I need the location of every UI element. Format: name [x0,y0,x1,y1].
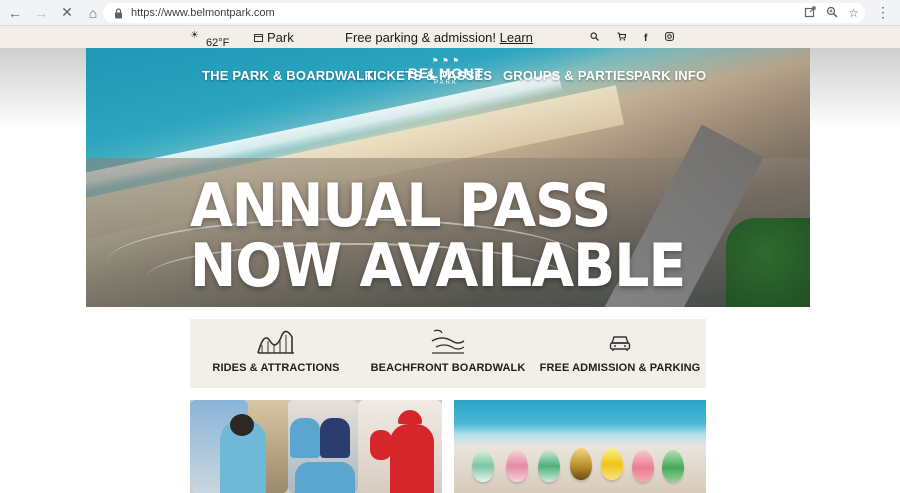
roller-coaster-icon [256,327,296,355]
instagram-icon[interactable] [665,32,675,44]
facebook-icon[interactable]: f [644,33,647,44]
car-icon [608,327,632,355]
learn-link[interactable]: Learn [500,30,533,45]
egg-icon [662,450,684,482]
back-arrow-icon[interactable]: ← [4,2,26,24]
nav-park-boardwalk[interactable]: THE PARK & BOARDWALK [202,68,374,83]
feature-parking[interactable]: FREE ADMISSION & PARKING [534,319,706,388]
belmont-park-logo[interactable]: ⚑ ⚑ ⚑ BELMONT PARK [406,58,486,87]
beach-wave-icon [430,327,466,355]
feature-boardwalk[interactable]: BEACHFRONT BOARDWALK [362,319,534,388]
utility-bar: ☀ 62°F Park Free parking & admission! Le… [0,26,900,49]
egg-icon [570,448,592,480]
lock-icon [113,7,123,19]
search-icon[interactable] [590,32,599,44]
egg-icon [538,450,560,482]
egg-icon [506,450,528,482]
headline-line-1: ANNUAL PASS [190,171,611,241]
feature-rides-label: RIDES & ATTRACTIONS [212,362,340,374]
egg-icon [632,450,654,482]
logo-sub: PARK [434,80,458,86]
feature-parking-label: FREE ADMISSION & PARKING [539,362,701,374]
easter-eggs-card[interactable] [454,400,706,493]
address-bar[interactable]: https://www.belmontpark.com ☆ [103,3,865,23]
hero-banner[interactable]: THE PARK & BOARDWALK TICKETS & PASSES GR… [86,48,810,307]
feature-boardwalk-label: BEACHFRONT BOARDWALK [370,362,526,374]
home-icon[interactable]: ⌂ [82,2,104,24]
nav-park-info[interactable]: PARK INFO [634,68,706,83]
egg-icon [472,450,494,482]
nav-groups-parties[interactable]: GROUPS & PARTIES [503,68,635,83]
promo-banner: Free parking & admission! Learn [345,30,533,45]
bookmark-star-icon[interactable]: ☆ [848,6,859,20]
forward-arrow-icon[interactable]: → [30,2,52,24]
menu-icon[interactable]: ⋮ [876,4,890,21]
promo-text: Free parking & admission! [345,30,497,45]
feature-strip: RIDES & ATTRACTIONS BEACHFRONT BOARDWALK… [190,319,706,388]
url-text[interactable]: https://www.belmontpark.com [131,7,275,19]
egg-icon [601,448,623,480]
stop-loading-icon[interactable]: ✕ [56,2,78,24]
logo-name: BELMONT [407,65,485,81]
browser-toolbar: ← → ✕ ⌂ https://www.belmontpark.com ☆ ⋮ [0,0,900,26]
park-hours[interactable]: Park [254,30,294,45]
park-label: Park [267,30,294,45]
sun-icon: ☀ [190,30,199,41]
zoom-icon[interactable] [826,6,838,21]
hero-headline: ANNUAL PASS NOW AVAILABLE [190,171,686,301]
feature-rides[interactable]: RIDES & ATTRACTIONS [190,319,362,388]
share-icon[interactable] [804,5,816,21]
staff-photo-card[interactable] [190,400,442,493]
weather-widget: ☀ [190,30,199,41]
cart-icon[interactable] [617,32,627,44]
calendar-icon [254,30,263,45]
headline-line-2: NOW AVAILABLE [190,231,686,301]
